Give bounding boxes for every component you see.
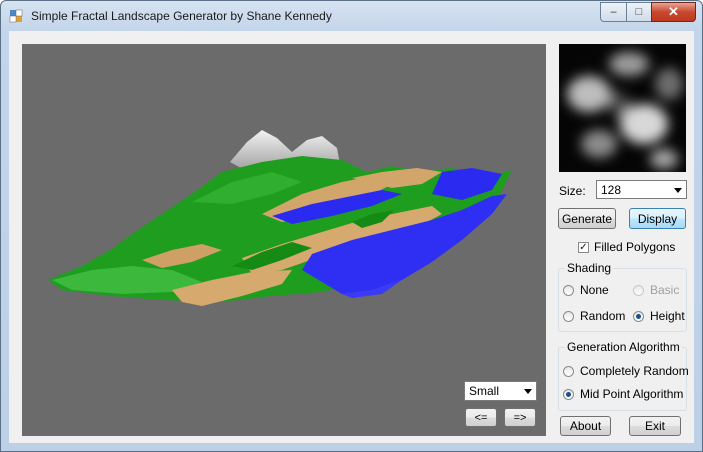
generation-group: Generation Algorithm [558, 340, 687, 411]
landscape-viewport[interactable] [22, 44, 546, 436]
shading-height-radio[interactable]: Height [633, 309, 685, 323]
maximize-button[interactable]: □ [626, 2, 651, 22]
heightmap-preview [559, 44, 686, 172]
radio-indicator [563, 284, 574, 296]
checkbox-box: ✓ [578, 241, 589, 253]
shading-none-radio[interactable]: None [563, 283, 609, 297]
radio-indicator [563, 365, 574, 377]
radio-label: Random [580, 309, 626, 323]
chevron-down-icon [524, 389, 532, 394]
landscape-render [48, 130, 512, 306]
title-bar: Simple Fractal Landscape Generator by Sh… [1, 1, 702, 31]
generation-random-radio[interactable]: Completely Random [563, 364, 689, 378]
generate-button[interactable]: Generate [558, 208, 616, 229]
size-label: Size: [559, 184, 586, 198]
radio-label: Mid Point Algorithm [580, 387, 684, 401]
radio-indicator [563, 310, 574, 322]
scale-select[interactable]: Small [464, 381, 537, 401]
radio-label: Completely Random [580, 364, 689, 378]
previous-button[interactable]: <= [465, 408, 497, 427]
shading-random-radio[interactable]: Random [563, 309, 625, 323]
radio-label: None [580, 283, 609, 297]
radio-label: Basic [650, 283, 680, 297]
generation-midpoint-radio[interactable]: Mid Point Algorithm [563, 387, 683, 401]
app-window: Simple Fractal Landscape Generator by Sh… [0, 0, 703, 452]
display-button[interactable]: Display [629, 208, 686, 229]
close-button[interactable]: ✕ [651, 2, 696, 22]
size-value: 128 [601, 183, 622, 197]
next-button[interactable]: => [504, 408, 536, 427]
heightmap-image [559, 44, 686, 172]
generation-legend: Generation Algorithm [565, 340, 682, 354]
about-button[interactable]: About [560, 416, 611, 436]
radio-indicator [563, 388, 574, 400]
shading-legend: Shading [565, 261, 614, 275]
app-window-icon [9, 9, 23, 23]
chevron-down-icon [674, 188, 682, 193]
window-title: Simple Fractal Landscape Generator by Sh… [31, 9, 332, 23]
filled-polygons-checkbox[interactable]: ✓ Filled Polygons [578, 240, 675, 254]
scale-value: Small [469, 384, 500, 398]
filled-polygons-label: Filled Polygons [594, 240, 676, 254]
size-select[interactable]: 128 [596, 180, 687, 199]
radio-label: Height [650, 309, 685, 323]
shading-basic-radio[interactable]: Basic [633, 283, 679, 297]
radio-indicator [633, 310, 644, 322]
minimize-button[interactable]: – [600, 2, 626, 22]
radio-indicator [633, 284, 644, 296]
caption-buttons: – □ ✕ [600, 2, 696, 22]
exit-button[interactable]: Exit [629, 416, 681, 436]
client-area: Size: 128 Generate Display ✓ Filled Poly… [9, 31, 694, 443]
